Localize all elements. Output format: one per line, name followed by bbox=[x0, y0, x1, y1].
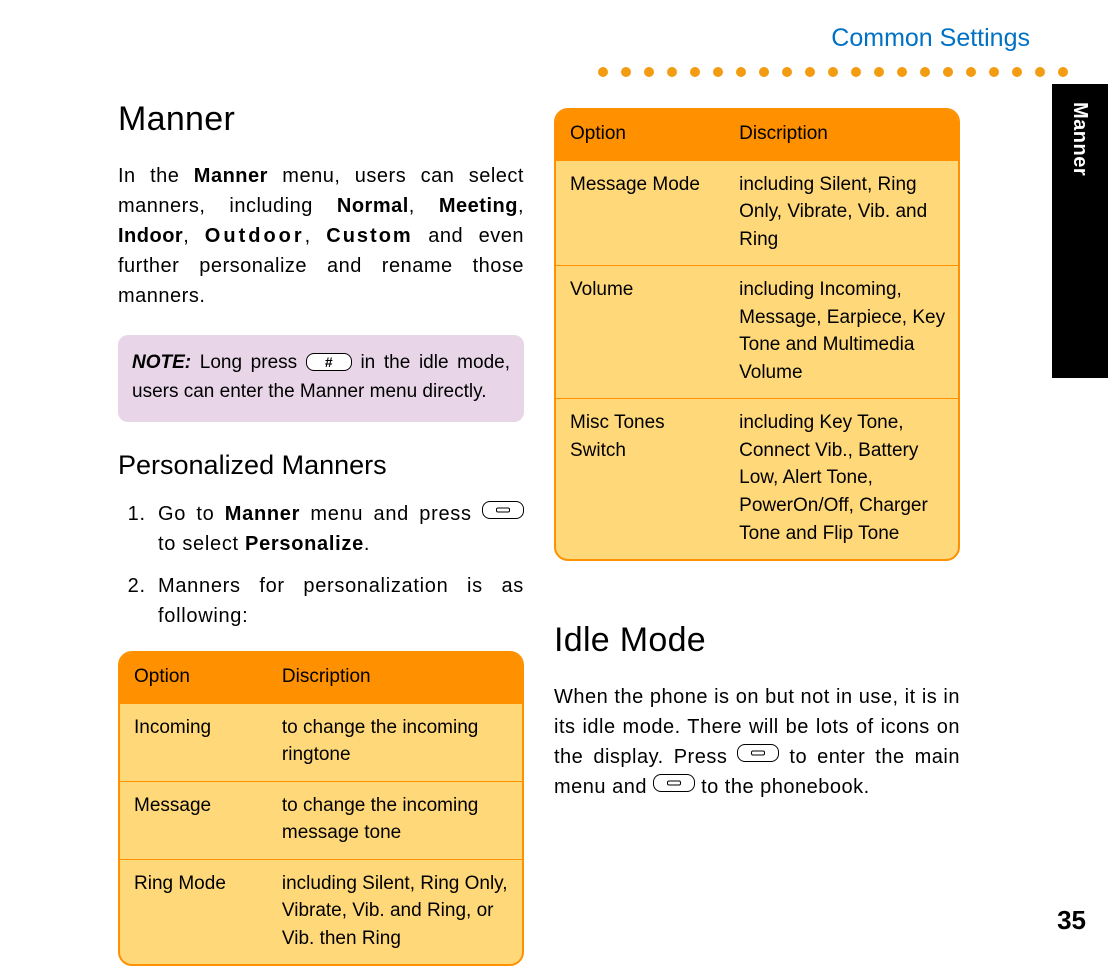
page-number: 35 bbox=[1057, 905, 1086, 936]
text: Go to bbox=[158, 503, 225, 525]
text: to select bbox=[158, 533, 245, 555]
table-row: Message Mode including Silent, Ring Only… bbox=[556, 160, 958, 266]
text-bold: Meeting bbox=[439, 195, 518, 217]
table-cell: including Silent, Ring Only, Vibrate, Vi… bbox=[725, 161, 958, 266]
idle-paragraph: When the phone is on but not in use, it … bbox=[554, 682, 960, 802]
table-cell: Volume bbox=[556, 266, 725, 398]
heading-manner: Manner bbox=[118, 100, 524, 139]
hash-key-icon bbox=[306, 353, 352, 371]
table-header: Option Discription bbox=[120, 653, 522, 703]
text: to the phonebook. bbox=[695, 776, 870, 798]
table-row: Ring Mode including Silent, Ring Only, V… bbox=[120, 859, 522, 965]
text: , bbox=[183, 225, 205, 247]
text: Manners for personalization is as follow… bbox=[158, 575, 524, 627]
softkey-icon bbox=[737, 744, 779, 762]
page: Manner 35 Common Settings Manner In the … bbox=[0, 0, 1108, 954]
text: , bbox=[409, 195, 439, 217]
table-cell: Message bbox=[120, 782, 268, 859]
table-cell: including Key Tone, Connect Vib., Batter… bbox=[725, 399, 958, 559]
table-cell: including Incoming, Message, Earpiece, K… bbox=[725, 266, 958, 398]
table-cell: to change the incoming message tone bbox=[268, 782, 522, 859]
text-bold: Outdoor bbox=[205, 225, 305, 247]
section-tab-label: Manner bbox=[1068, 102, 1091, 176]
decorative-dots bbox=[585, 64, 1068, 82]
softkey-icon bbox=[653, 774, 695, 792]
table-cell: Message Mode bbox=[556, 161, 725, 266]
table-cell: including Silent, Ring Only, Vibrate, Vi… bbox=[268, 860, 522, 965]
breadcrumb-area: Common Settings bbox=[614, 24, 1034, 59]
heading-idle-mode: Idle Mode bbox=[554, 621, 960, 660]
text-bold: Indoor bbox=[118, 225, 183, 247]
table-row: Volume including Incoming, Message, Earp… bbox=[556, 265, 958, 398]
table-header-cell: Option bbox=[556, 110, 725, 160]
softkey-icon bbox=[482, 501, 524, 519]
table-cell: Incoming bbox=[120, 704, 268, 781]
options-table-left: Option Discription Incoming to change th… bbox=[118, 651, 524, 966]
left-column: Manner In the Manner menu, users can sel… bbox=[118, 94, 524, 966]
table-cell: Ring Mode bbox=[120, 860, 268, 965]
breadcrumb: Common Settings bbox=[614, 24, 1030, 53]
list-item: Manners for personalization is as follow… bbox=[152, 571, 524, 631]
text: In the bbox=[118, 165, 194, 187]
table-cell: to change the incoming ringtone bbox=[268, 704, 522, 781]
table-header-cell: Discription bbox=[725, 110, 958, 160]
table-header: Option Discription bbox=[556, 110, 958, 160]
note-label: NOTE: bbox=[132, 352, 191, 373]
text: , bbox=[518, 195, 524, 217]
table-cell: Misc Tones Switch bbox=[556, 399, 725, 559]
table-header-cell: Discription bbox=[268, 653, 522, 703]
list-item: Go to Manner menu and press to select Pe… bbox=[152, 499, 524, 559]
text-bold: Personalize bbox=[245, 533, 364, 555]
note-text: Long press bbox=[191, 352, 306, 373]
table-row: Message to change the incoming message t… bbox=[120, 781, 522, 859]
right-column: Option Discription Message Mode includin… bbox=[554, 94, 960, 802]
table-row: Incoming to change the incoming ringtone bbox=[120, 703, 522, 781]
text-bold: Normal bbox=[337, 195, 409, 217]
note-box: NOTE: Long press in the idle mode, users… bbox=[118, 335, 524, 422]
steps-list: Go to Manner menu and press to select Pe… bbox=[118, 499, 524, 631]
text: , bbox=[305, 225, 327, 247]
table-header-cell: Option bbox=[120, 653, 268, 703]
section-tab: Manner bbox=[1052, 84, 1108, 378]
options-table-right: Option Discription Message Mode includin… bbox=[554, 108, 960, 561]
intro-paragraph: In the Manner menu, users can select man… bbox=[118, 161, 524, 311]
heading-personalized-manners: Personalized Manners bbox=[118, 450, 524, 481]
table-row: Misc Tones Switch including Key Tone, Co… bbox=[556, 398, 958, 559]
text-bold: Manner bbox=[194, 165, 268, 187]
text: . bbox=[364, 533, 370, 555]
text-bold: Manner bbox=[225, 503, 300, 525]
text: menu and press bbox=[300, 503, 482, 525]
text-bold: Custom bbox=[326, 225, 412, 247]
